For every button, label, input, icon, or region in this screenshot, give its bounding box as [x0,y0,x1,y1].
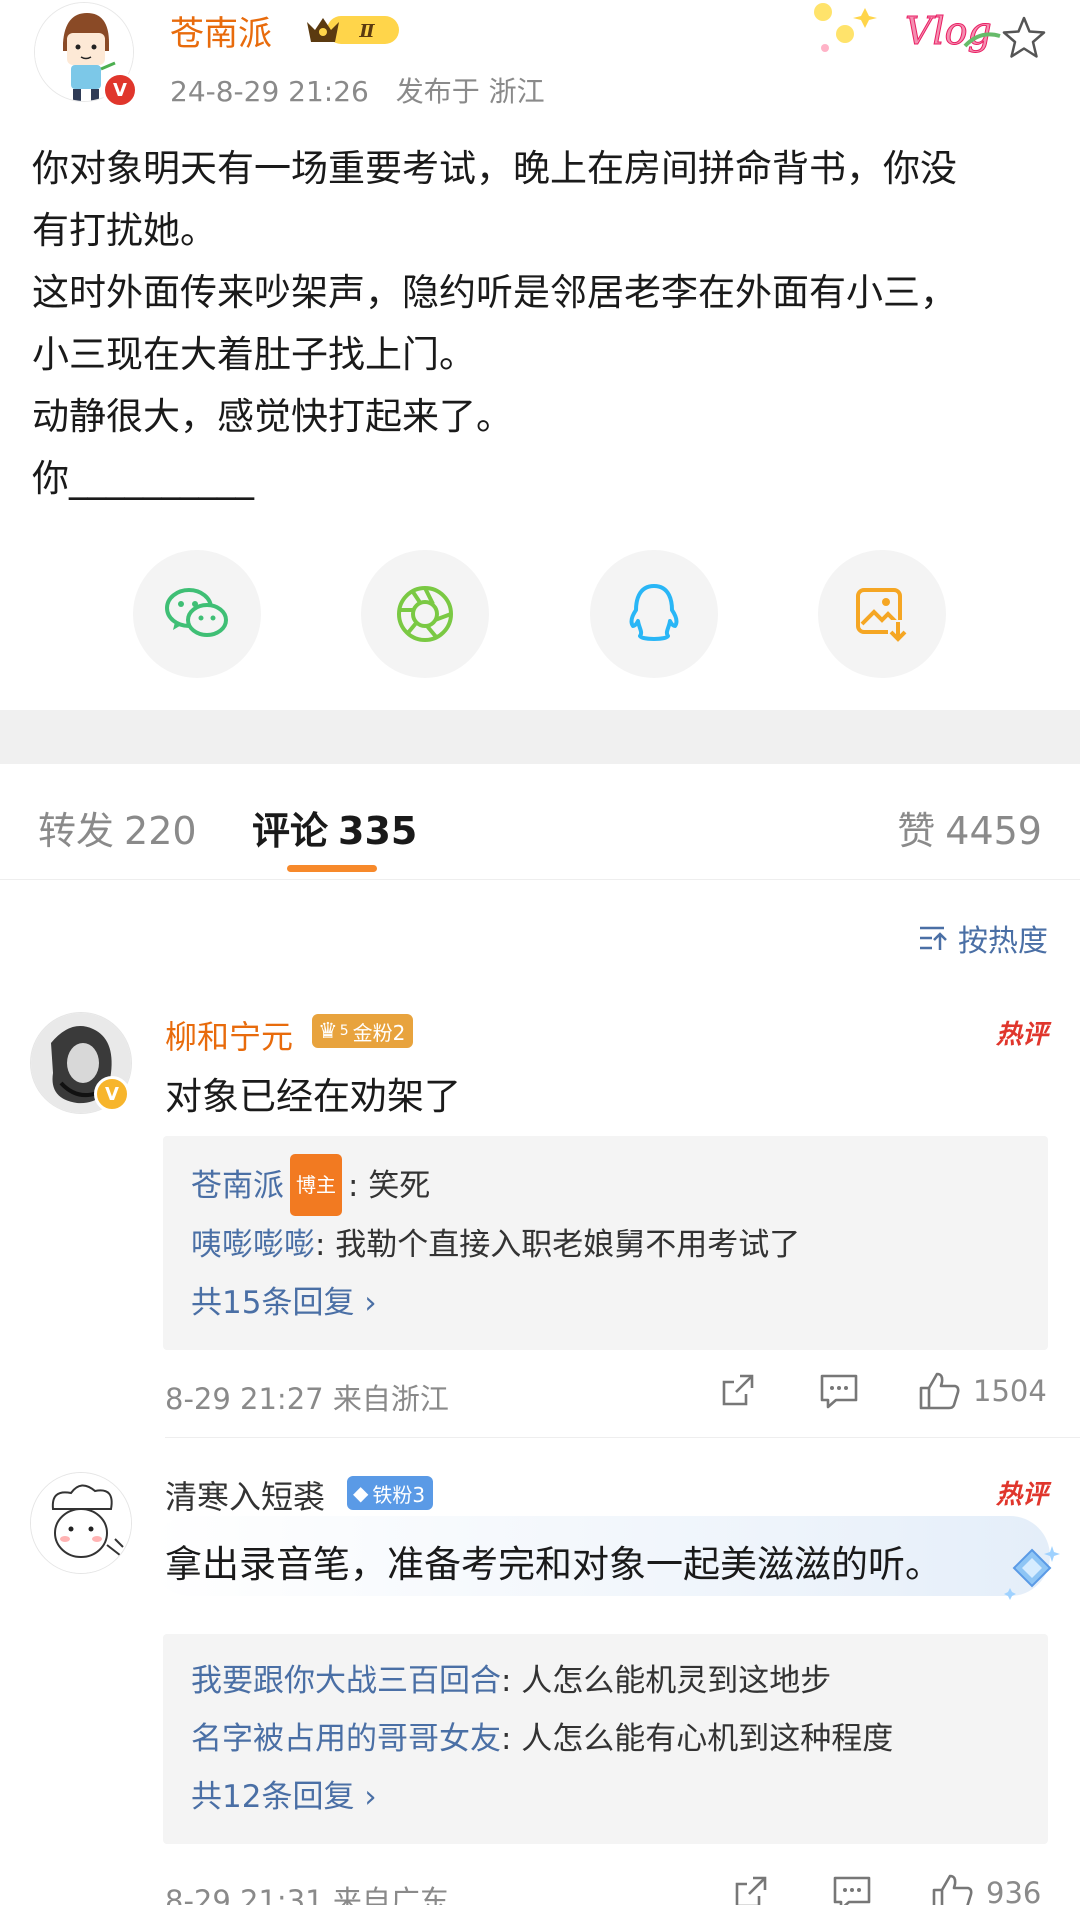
reply-author[interactable]: 我要跟你大战三百回合 [191,1663,501,1699]
body-line: 动静很大，感觉快打起来了。 [32,395,513,438]
tab-comments[interactable]: 评论 335 [252,800,417,855]
verified-badge: V [102,72,138,108]
body-line: 有打扰她。 [32,209,217,252]
reply-comment-button[interactable] [831,1872,873,1905]
fan-badge: ◆ 铁粉3 [347,1476,434,1510]
like-count: 936 [986,1876,1042,1905]
favorite-star-icon[interactable] [1000,14,1048,62]
share-comment-button[interactable] [718,1370,758,1410]
vlog-sticker: Vlog [814,3,1001,54]
post-body: 你对象明天有一场重要考试，晚上在房间拼命背书，你没 有打扰她。 这时外面传来吵架… [32,138,1052,510]
share-comment-button[interactable] [731,1872,771,1905]
view-all-replies-link[interactable]: 共15条回复 › [191,1274,1020,1332]
comment-text[interactable]: 拿出录音笔，准备考完和对象一起美滋滋的听。 [165,1534,942,1588]
commenter-avatar[interactable] [30,1472,132,1574]
moments-icon [397,586,453,642]
hot-comment-tag: 热评 [995,1480,1048,1510]
post-tabs: 转发 220 评论 335 赞 4459 [0,764,1080,880]
crown-icon: ♛ [318,1018,338,1044]
sort-icon [920,926,947,950]
share-wechat-button[interactable] [133,550,261,678]
thumbs-up-icon [919,1372,960,1410]
reply-bubble-icon [820,1374,858,1409]
share-moments-button[interactable] [361,550,489,678]
reply-text: : 我勒个直接入职老娘舅不用考试了 [315,1227,801,1263]
reply-box[interactable]: 苍南派 博主: 笑死 咦嘭嘭嘭: 我勒个直接入职老娘舅不用考试了 共15条回复 › [163,1136,1048,1350]
reply-author[interactable]: 名字被占用的哥哥女友 [191,1721,501,1757]
commenter-name[interactable]: 柳和宁元 [165,1012,293,1058]
post-meta: 24-8-29 21:26 发布于 浙江 [170,70,563,110]
reply-line: 苍南派 博主: 笑死 [191,1154,1020,1216]
reply-line: 我要跟你大战三百回合: 人怎么能机灵到这地步 [191,1652,1020,1710]
reply-box[interactable]: 我要跟你大战三百回合: 人怎么能机灵到这地步 名字被占用的哥哥女友: 人怎么能有… [163,1634,1048,1844]
owner-tag: 博主 [290,1154,342,1216]
hot-comment-tag: 热评 [995,1020,1048,1050]
fan-badge: ♛ 5 金粉2 [312,1014,414,1048]
chef-cartoon-avatar-icon [31,1473,131,1573]
comment-timestamp: 8-29 21:27 来自浙江 [165,1382,449,1416]
active-tab-indicator [287,865,377,872]
reply-comment-button[interactable] [818,1370,860,1410]
qq-icon [629,584,679,641]
sparkle-diamond-icon [1004,1546,1060,1600]
post-location: 发布于 浙江 [395,75,545,108]
reply-author[interactable]: 苍南派 [191,1168,284,1204]
reply-line: 名字被占用的哥哥女友: 人怎么能有心机到这种程度 [191,1710,1020,1768]
reply-text: : 人怎么能有心机到这种程度 [501,1721,894,1757]
reply-text: : 人怎么能机灵到这地步 [501,1663,832,1699]
comment-timestamp: 8-29 21:31 来自广东 [165,1884,449,1905]
body-line: 你__________ [32,457,254,500]
like-comment-button[interactable]: 1504 [917,1370,1047,1412]
share-icon [735,1876,767,1905]
like-comment-button[interactable]: 936 [930,1872,1041,1905]
share-qq-button[interactable] [590,550,718,678]
reply-text: : 笑死 [348,1168,431,1204]
comment-text[interactable]: 对象已经在劝架了 [165,1066,461,1120]
verified-badge: V [94,1076,130,1112]
like-count: 1504 [973,1374,1047,1408]
save-image-button[interactable] [818,550,946,678]
post-date: 24-8-29 21:26 [170,75,369,108]
reply-line: 咦嘭嘭嘭: 我勒个直接入职老娘舅不用考试了 [191,1216,1020,1274]
thumbs-up-icon [932,1874,973,1905]
sort-by-heat-button[interactable]: 按热度 [918,916,1048,960]
reply-author[interactable]: 咦嘭嘭嘭 [191,1227,315,1263]
fan-level: 5 [339,1023,349,1039]
save-image-icon [856,588,910,642]
tab-likes[interactable]: 赞 4459 [897,800,1042,855]
section-divider [0,710,1080,764]
view-all-replies-link[interactable]: 共12条回复 › [191,1768,1020,1826]
svg-text:Ⅱ: Ⅱ [358,21,375,42]
body-line: 小三现在大着肚子找上门。 [32,333,476,376]
wechat-icon [165,588,228,637]
commenter-name[interactable]: 清寒入短裘 [165,1472,325,1518]
level-badge-icon: Ⅱ [307,16,399,44]
body-line: 你对象明天有一场重要考试，晚上在房间拼命背书，你没 [32,147,957,190]
tab-repost[interactable]: 转发 220 [38,800,197,855]
comment-footer: 8-29 21:27 来自浙江 1504 [165,1370,1048,1420]
comment-separator [165,1437,1080,1438]
svg-text:Vlog: Vlog [905,9,992,53]
reply-bubble-icon [833,1876,871,1905]
post-header: V 苍南派 Ⅱ 24-8-29 21:26 发布于 浙江 Vlog [0,0,1080,125]
share-bar [0,550,1080,680]
share-icon [722,1374,754,1406]
diamond-icon: ◆ [353,1481,369,1505]
author-name[interactable]: 苍南派 [170,6,272,55]
body-line: 这时外面传来吵架声，隐约听是邻居老李在外面有小三， [32,271,957,314]
comment-footer: 8-29 21:31 来自广东 936 [165,1872,1048,1905]
